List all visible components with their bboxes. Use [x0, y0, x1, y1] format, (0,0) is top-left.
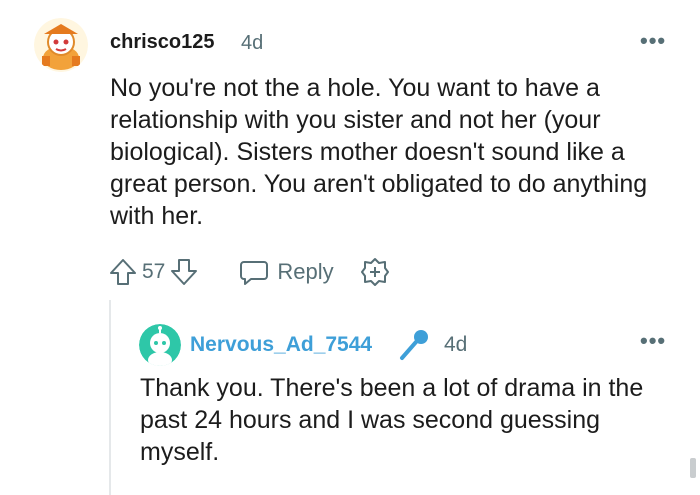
microphone-icon	[396, 327, 432, 368]
reply-username[interactable]: Nervous_Ad_7544	[190, 333, 372, 357]
scrollbar-thumb[interactable]	[690, 458, 696, 478]
commenter-username[interactable]: chrisco125	[110, 31, 215, 54]
reply-bubble-icon	[239, 258, 269, 286]
reply-label: Reply	[277, 259, 334, 284]
comment-body: No you're not the a hole. You want to ha…	[110, 74, 648, 230]
comment-action-bar: 57 Reply	[108, 254, 390, 290]
reply-body: Thank you. There's been a lot of drama i…	[140, 374, 644, 466]
reply-timestamp[interactable]: 4d	[444, 333, 467, 357]
downvote-icon[interactable]	[169, 257, 199, 287]
comment-timestamp[interactable]: 4d	[241, 32, 263, 55]
vote-count: 57	[142, 260, 166, 283]
commenter-avatar[interactable]	[34, 18, 88, 72]
thread-line[interactable]	[109, 300, 111, 495]
reply-avatar[interactable]	[139, 324, 181, 366]
upvote-icon[interactable]	[108, 257, 138, 287]
award-plus-icon[interactable]	[360, 257, 390, 287]
more-options-icon[interactable]: •••	[640, 28, 666, 54]
more-options-icon[interactable]: •••	[640, 328, 666, 354]
reply-button[interactable]: Reply	[239, 258, 334, 286]
